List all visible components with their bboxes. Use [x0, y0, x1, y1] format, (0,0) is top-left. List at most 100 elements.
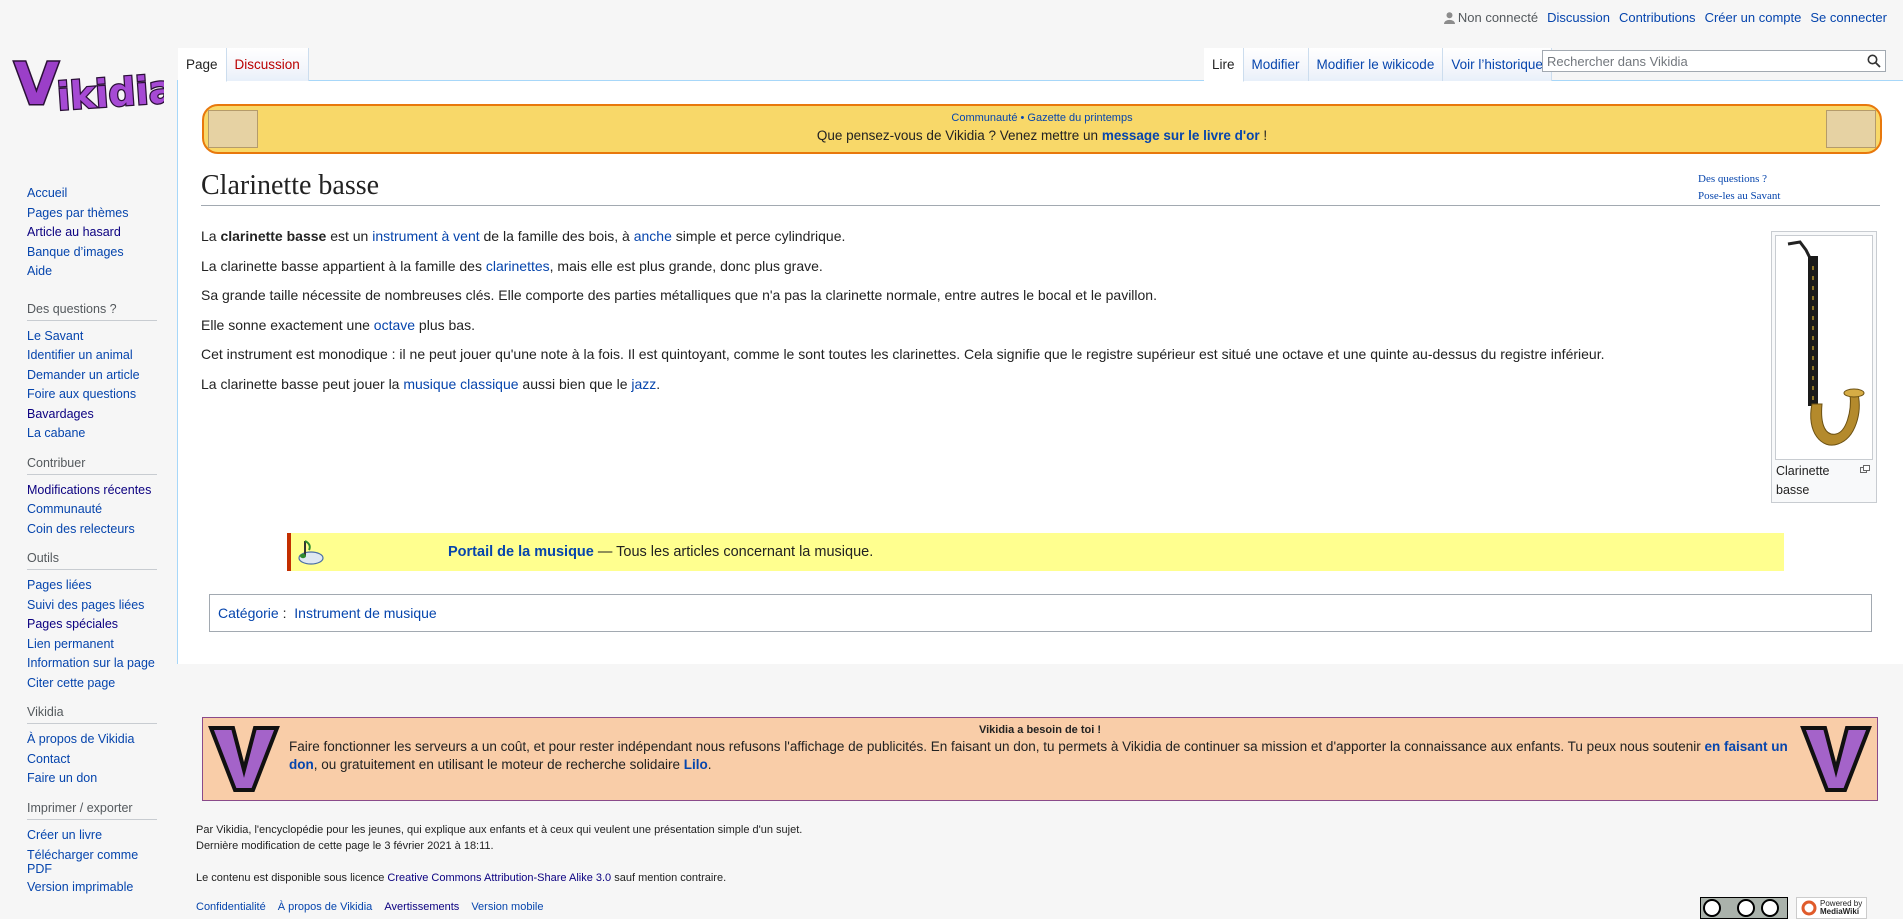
- text: La clarinette basse appartient à la fami…: [201, 257, 486, 274]
- bass-clarinet-image[interactable]: [1775, 235, 1873, 460]
- savant-links: Des questions ? Pose-les au Savant: [1698, 170, 1780, 203]
- guestbook-link[interactable]: message sur le livre d'or: [1102, 128, 1260, 143]
- sidebar-outils-title: Outils: [27, 551, 157, 570]
- text: sauf mention contraire.: [611, 872, 727, 884]
- svg-text:V: V: [14, 50, 59, 118]
- sidebar-item-request-article[interactable]: Demander un article: [27, 366, 178, 386]
- link-clarinets[interactable]: clarinettes: [486, 258, 550, 274]
- tab-read[interactable]: Lire: [1204, 48, 1244, 82]
- tab-page[interactable]: Page: [178, 48, 227, 82]
- sidebar-item-bavardages[interactable]: Bavardages: [27, 405, 178, 425]
- sidebar-item-related-changes[interactable]: Suivi des pages liées: [27, 596, 178, 616]
- sidebar-item-what-links-here[interactable]: Pages liées: [27, 576, 178, 596]
- link-wind-instrument[interactable]: instrument à vent: [372, 228, 479, 244]
- vikidia-logo[interactable]: V ikidia: [12, 42, 177, 126]
- sidebar-contribuer-title: Contribuer: [27, 456, 157, 475]
- sidebar-item-savant[interactable]: Le Savant: [27, 327, 178, 347]
- footer-places: Confidentialité À propos de Vikidia Aver…: [196, 901, 543, 913]
- savant-ask-link[interactable]: Pose-les au Savant: [1698, 189, 1780, 203]
- link-classical-music[interactable]: musique classique: [403, 376, 518, 392]
- site-notice-banner: Communauté • Gazette du printemps Que pe…: [202, 104, 1882, 154]
- banner-main-line: Que pensez-vous de Vikidia ? Venez mettr…: [204, 128, 1880, 143]
- image-thumbnail: Clarinette basse: [1771, 231, 1877, 503]
- text: plus bas.: [415, 316, 475, 333]
- sidebar-item-accueil[interactable]: Accueil: [27, 184, 178, 204]
- link-octave[interactable]: octave: [374, 317, 415, 333]
- categories-label[interactable]: Catégorie: [218, 605, 279, 621]
- footer-disclaimers-link[interactable]: Avertissements: [384, 901, 459, 913]
- sidebar-questions: Des questions ? Le Savant Identifier un …: [27, 302, 178, 444]
- music-portal-link[interactable]: Portail de la musique: [448, 544, 594, 560]
- sidebar-item-proofreaders[interactable]: Coin des relecteurs: [27, 520, 178, 540]
- paragraph-1: La clarinette basse est un instrument à …: [201, 222, 1604, 252]
- text: .: [656, 375, 661, 392]
- banner-community-link[interactable]: Communauté: [951, 112, 1017, 124]
- sidebar-item-faq[interactable]: Foire aux questions: [27, 385, 178, 405]
- sidebar-item-help[interactable]: Aide: [27, 262, 178, 282]
- sidebar-item-download-pdf[interactable]: Télécharger comme PDF: [27, 845, 145, 878]
- license-link[interactable]: Creative Commons Attribution-Share Alike…: [387, 872, 611, 884]
- text: Faire fonctionner les serveurs a un coût…: [289, 739, 1705, 754]
- tab-edit[interactable]: Modifier: [1243, 48, 1309, 81]
- sidebar-item-printable[interactable]: Version imprimable: [27, 878, 178, 898]
- footer-icons: Powered by MediaWiki: [1700, 897, 1868, 919]
- cc-by-sa-icon[interactable]: [1700, 897, 1788, 919]
- banner-gazette-link[interactable]: Gazette du printemps: [1027, 112, 1132, 124]
- sidebar-item-random[interactable]: Article au hasard: [27, 223, 178, 243]
- text: Le contenu est disponible sous licence: [196, 872, 388, 884]
- text: est un: [326, 228, 373, 244]
- savant-question-link[interactable]: Des questions ?: [1698, 170, 1780, 189]
- user-icon: [1443, 11, 1455, 24]
- sidebar-navigation: Accueil Pages par thèmes Article au hasa…: [27, 184, 178, 282]
- powered-by-mediawiki[interactable]: Powered by MediaWiki: [1796, 897, 1868, 919]
- sidebar-item-permalink[interactable]: Lien permanent: [27, 635, 178, 655]
- page-title: Clarinette basse: [201, 170, 380, 201]
- personal-tools: Non connecté Discussion Contributions Cr…: [1443, 10, 1887, 25]
- create-account-link[interactable]: Créer un compte: [1705, 10, 1802, 25]
- paragraph-3: Sa grande taille nécessite de nombreuses…: [201, 287, 1157, 303]
- sidebar-contribuer: Contribuer Modifications récentes Commun…: [27, 456, 178, 540]
- not-logged-in: Non connecté: [1443, 10, 1539, 25]
- svg-text:ikidia: ikidia: [56, 67, 164, 119]
- sidebar-questions-title: Des questions ?: [27, 302, 157, 321]
- lilo-link[interactable]: Lilo: [684, 757, 708, 772]
- sidebar-item-cite[interactable]: Citer cette page: [27, 674, 178, 694]
- footer-privacy-link[interactable]: Confidentialité: [196, 901, 266, 913]
- category-instrument-link[interactable]: Instrument de musique: [294, 605, 436, 621]
- tab-history[interactable]: Voir l’historique: [1443, 48, 1552, 81]
- link-jazz[interactable]: jazz: [631, 376, 656, 392]
- sidebar-item-images[interactable]: Banque d’images: [27, 243, 178, 263]
- music-portal-box: Portail de la musique — Tous les article…: [287, 533, 1784, 571]
- footer-mobile-link[interactable]: Version mobile: [471, 901, 543, 913]
- sidebar-item-create-book[interactable]: Créer un livre: [27, 826, 178, 846]
- sidebar-item-donate[interactable]: Faire un don: [27, 769, 178, 789]
- sidebar-item-recent-changes[interactable]: Modifications récentes: [27, 481, 178, 501]
- portal-description: — Tous les articles concernant la musiqu…: [593, 544, 874, 560]
- banner-text: Que pensez-vous de Vikidia ? Venez mettr…: [816, 128, 1102, 143]
- sidebar-item-page-info[interactable]: Information sur la page: [27, 654, 178, 674]
- sidebar-item-identify-animal[interactable]: Identifier un animal: [27, 346, 178, 366]
- powered-by-text: Powered by MediaWiki: [1820, 900, 1862, 916]
- text: , mais elle est plus grande, donc plus g…: [549, 257, 823, 274]
- tab-discussion[interactable]: Discussion: [226, 48, 309, 81]
- music-portal-icon: [298, 540, 324, 565]
- not-logged-label: Non connecté: [1457, 10, 1539, 25]
- my-contributions-link[interactable]: Contributions: [1619, 10, 1696, 25]
- login-link[interactable]: Se connecter: [1810, 10, 1887, 25]
- enlarge-icon[interactable]: [1860, 465, 1870, 473]
- sidebar-item-contact[interactable]: Contact: [27, 750, 178, 770]
- title-divider: [201, 205, 1880, 206]
- search-input[interactable]: Rechercher dans Vikidia: [1542, 50, 1886, 72]
- sidebar-item-community[interactable]: Communauté: [27, 500, 178, 520]
- my-talk-link[interactable]: Discussion: [1547, 10, 1610, 25]
- search-icon[interactable]: [1867, 54, 1881, 68]
- sidebar-item-about[interactable]: À propos de Vikidia: [27, 730, 178, 750]
- footer-about-link[interactable]: À propos de Vikidia: [278, 901, 373, 913]
- footer-last-modified: Dernière modification de cette page le 3…: [196, 840, 494, 852]
- sidebar-item-special-pages[interactable]: Pages spéciales: [27, 615, 178, 635]
- link-reed[interactable]: anche: [634, 228, 672, 244]
- sidebar-item-themes[interactable]: Pages par thèmes: [27, 204, 178, 224]
- tab-edit-source[interactable]: Modifier le wikicode: [1308, 48, 1444, 81]
- text: simple et perce cylindrique.: [671, 228, 846, 244]
- sidebar-item-cabane[interactable]: La cabane: [27, 424, 178, 444]
